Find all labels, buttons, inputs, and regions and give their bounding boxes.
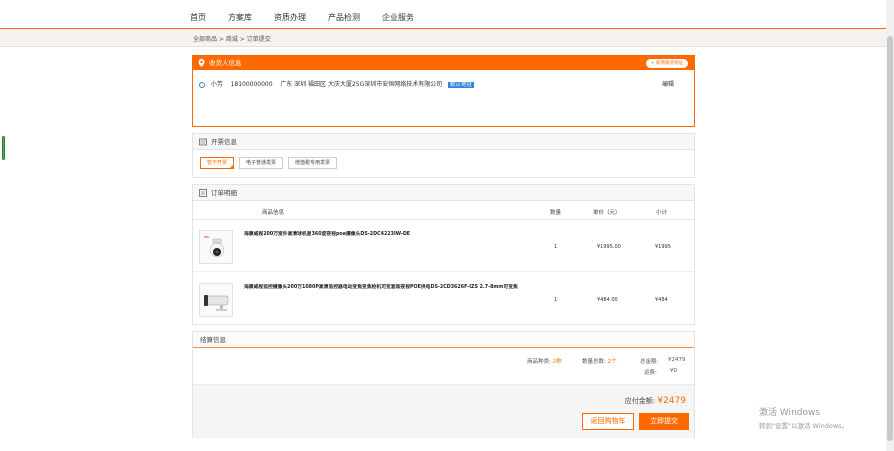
- product-quantity: 1: [554, 244, 558, 250]
- nav-enterprise-service[interactable]: 企业服务: [382, 10, 414, 26]
- payable-value: ¥2479: [657, 396, 686, 406]
- checkout-footer: 应付金额: ¥2479 返回购物车 立即提交: [193, 384, 694, 438]
- total-amount-value: ¥2479: [668, 357, 686, 363]
- bullet-camera-icon: [204, 295, 229, 311]
- new-address-button[interactable]: + 新增收货地址: [645, 59, 688, 68]
- scrollbar-thumb[interactable]: [887, 36, 893, 441]
- product-price: ¥1995.00: [597, 244, 621, 250]
- kinds-value: 2种: [552, 359, 562, 365]
- receiver-phone: 18100000000: [230, 81, 273, 88]
- invoice-icon: [199, 138, 207, 146]
- total-amount-label: 总金额:: [640, 359, 659, 365]
- product-subtotal: ¥1995: [655, 244, 671, 250]
- address-panel: 收货人信息 + 新增收货地址 小芳 18100000000 广东 深圳 福田区 …: [192, 55, 695, 127]
- invoice-option-none[interactable]: 暂不开票: [200, 157, 235, 169]
- order-title: 订单明细: [211, 189, 237, 197]
- product-name[interactable]: 海康威视监控摄像头200万1080P高清监控器电动变焦变焦枪机可变套装夜视POE…: [244, 283, 518, 290]
- address-row[interactable]: 小芳 18100000000 广东 深圳 福田区 大庆大厦25G深圳市安恒网络技…: [199, 79, 474, 88]
- product-thumbnail[interactable]: HIK: [199, 230, 233, 264]
- order-list-icon: [199, 189, 207, 197]
- address-radio[interactable]: [199, 81, 205, 88]
- side-handle[interactable]: [2, 136, 5, 160]
- col-unit-price: 单价（元）: [593, 210, 621, 216]
- settlement-panel: 结算信息 商品种类: 2种 数量总数: 2个 总金额: ¥2479 运费: ¥0…: [192, 331, 695, 438]
- back-to-cart-button[interactable]: 返回购物车: [582, 413, 634, 430]
- top-cutoff-links: [320, 0, 570, 3]
- address-title: 收货人信息: [209, 59, 242, 67]
- page-scrollbar[interactable]: [886, 0, 894, 451]
- product-thumbnail[interactable]: [199, 283, 233, 317]
- settlement-header: 结算信息: [193, 332, 694, 348]
- submit-order-button[interactable]: 立即提交: [639, 413, 689, 430]
- product-price: ¥484.00: [597, 297, 618, 303]
- kinds-label: 商品种类:: [527, 359, 551, 365]
- product-quantity: 1: [554, 297, 558, 303]
- default-address-badge: 默认地址: [447, 82, 474, 88]
- payable-amount: 应付金额: ¥2479: [625, 396, 686, 406]
- invoice-options: 暂不开票 电子普通发票 增值税专用发票: [200, 157, 338, 169]
- order-item-row: HIK 海康威视200万室外高清球机星360度夜视poe摄像头DS-2DC422…: [193, 220, 694, 272]
- breadcrumb: 全部商品 > 商城 > 订单提交: [193, 36, 271, 43]
- receiver-name: 小芳: [210, 81, 223, 88]
- address-header: 收货人信息 + 新增收货地址: [193, 56, 694, 70]
- payable-label: 应付金额:: [624, 397, 656, 405]
- watermark-line1: 激活 Windows: [759, 408, 821, 418]
- receiver-address: 广东 深圳 福田区 大庆大厦25G深圳市安恒网络技术有限公司: [280, 81, 443, 88]
- invoice-title: 开票信息: [211, 138, 237, 146]
- invoice-panel: 开票信息 暂不开票 电子普通发票 增值税专用发票: [192, 133, 695, 178]
- location-pin-icon: [198, 59, 205, 67]
- order-panel: 订单明细 商品信息 数量 单价（元） 小计 HIK 海康威视200万室外高清球机…: [192, 184, 695, 325]
- settlement-title: 结算信息: [200, 336, 226, 344]
- watermark-line2: 转到"设置"以激活 Windows。: [759, 422, 849, 430]
- breadcrumb-bar: [0, 29, 886, 47]
- count-label: 数量总数:: [582, 359, 606, 365]
- product-subtotal: ¥484: [655, 297, 668, 303]
- col-subtotal: 小计: [656, 210, 668, 216]
- edit-address-link[interactable]: 编辑: [662, 79, 674, 88]
- product-name[interactable]: 海康威视200万室外高清球机星360度夜视poe摄像头DS-2DC4223IW-…: [244, 230, 410, 237]
- nav-product-testing[interactable]: 产品检测: [328, 10, 360, 26]
- invoice-option-vat[interactable]: 增值税专用发票: [288, 157, 338, 169]
- windows-activation-watermark: 激活 Windows 转到"设置"以激活 Windows。: [759, 405, 848, 430]
- col-product-info: 商品信息: [262, 210, 285, 216]
- svg-text:HIK: HIK: [204, 235, 210, 239]
- count-value: 2个: [607, 359, 617, 365]
- invoice-option-electronic[interactable]: 电子普通发票: [239, 157, 284, 169]
- order-header: 订单明细: [193, 185, 694, 201]
- shipping-value: ¥0: [670, 368, 677, 374]
- nav-home[interactable]: 首页: [190, 10, 206, 26]
- item-count-stat: 数量总数: 2个: [582, 357, 617, 365]
- main-nav: 首页 方案库 资质办理 产品检测 企业服务: [190, 10, 436, 26]
- nav-solutions[interactable]: 方案库: [228, 10, 252, 26]
- shipping-label: 运费:: [644, 370, 657, 376]
- nav-qualification[interactable]: 资质办理: [274, 10, 306, 26]
- dome-camera-icon: HIK: [204, 235, 225, 258]
- product-kinds-stat: 商品种类: 2种: [527, 357, 562, 365]
- order-item-row: 海康威视监控摄像头200万1080P高清监控器电动变焦变焦枪机可变套装夜视POE…: [193, 273, 694, 325]
- invoice-header: 开票信息: [193, 134, 694, 150]
- col-quantity: 数量: [550, 210, 562, 216]
